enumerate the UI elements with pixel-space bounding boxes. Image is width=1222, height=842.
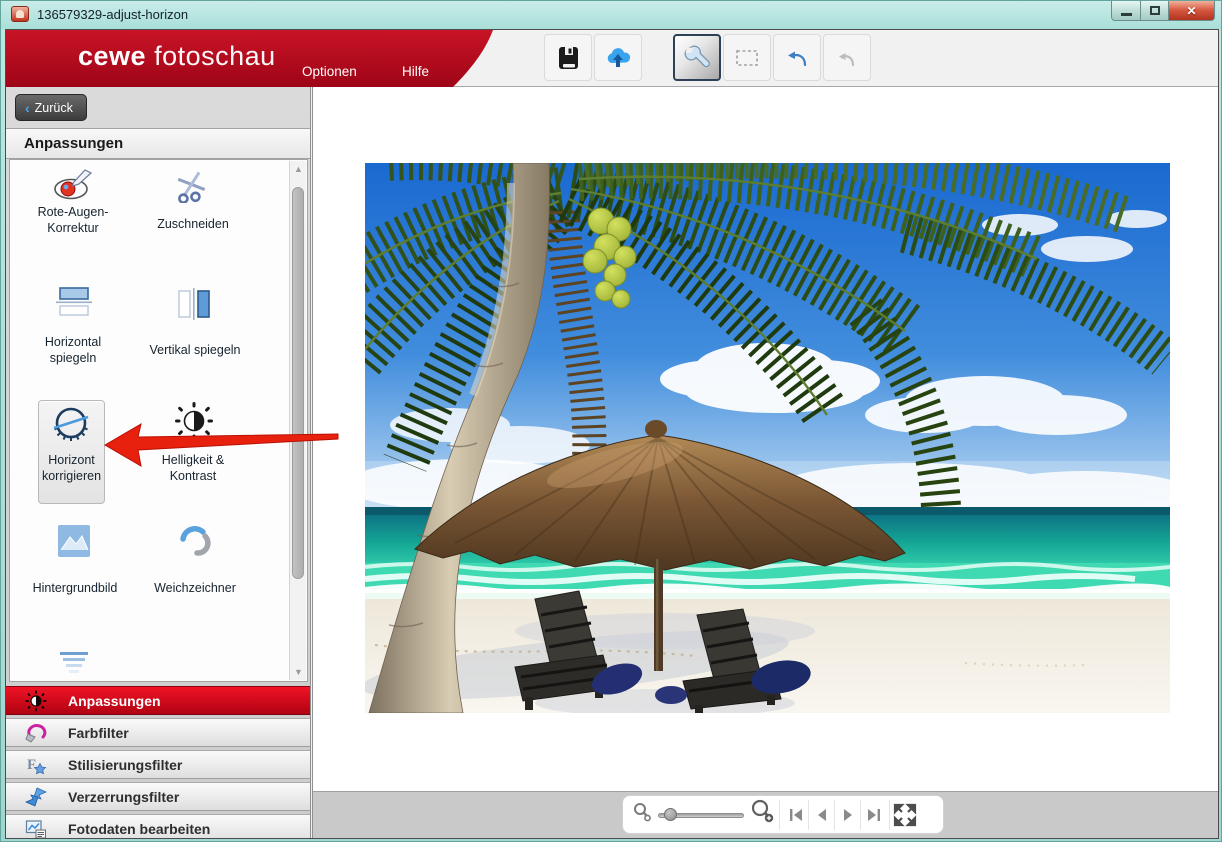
next-photo-button[interactable] — [834, 800, 860, 830]
close-button[interactable]: ✕ — [1169, 1, 1215, 21]
tool-panel: Rote-Augen- Korrektur Zuschneiden — [9, 159, 308, 682]
last-photo-icon — [866, 808, 882, 822]
stylize-filter-icon: F — [23, 754, 49, 776]
undo-button[interactable] — [823, 34, 871, 81]
tool-label-crop[interactable]: Zuschneiden — [137, 216, 249, 232]
svg-text:F: F — [27, 757, 36, 773]
tool-label-background[interactable]: Hintergrundbild — [17, 580, 133, 596]
blur-icon[interactable] — [174, 522, 214, 560]
tool-label-flip-h[interactable]: Horizontal spiegeln — [17, 334, 129, 367]
minimize-button[interactable] — [1111, 1, 1141, 21]
menu-hilfe[interactable]: Hilfe — [402, 64, 429, 79]
share-arrow-icon — [784, 45, 810, 71]
minimize-icon — [1121, 13, 1132, 16]
undo-arrow-icon — [834, 45, 860, 71]
section-label: Fotodaten bearbeiten — [68, 821, 210, 837]
app-header: cewe fotoschau Optionen Hilfe — [6, 30, 1218, 87]
logo-bold: cewe — [78, 41, 146, 71]
red-eye-icon[interactable] — [48, 166, 98, 204]
tool-label-flip-v[interactable]: Vertikal spiegeln — [137, 342, 253, 358]
app-window: 136579329-adjust-horizon ✕ cewe fotoscha… — [0, 0, 1222, 842]
flip-horizontal-icon[interactable] — [52, 284, 96, 320]
background-image-icon[interactable] — [54, 522, 94, 560]
status-bar — [312, 791, 1218, 838]
selection-marquee-icon — [734, 45, 760, 71]
beach-photo — [365, 163, 1170, 713]
chevron-left-icon: ‹ — [25, 100, 30, 116]
first-photo-icon — [788, 808, 804, 822]
tool-label-horizon[interactable]: Horizont korrigieren — [38, 452, 105, 485]
menu-optionen[interactable]: Optionen — [302, 64, 357, 79]
upload-button[interactable] — [594, 34, 642, 81]
app-icon — [11, 6, 29, 22]
zoom-slider[interactable] — [658, 807, 744, 823]
save-icon — [555, 45, 581, 71]
next-photo-icon — [841, 808, 855, 822]
upload-cloud-icon — [604, 45, 632, 71]
maximize-icon — [1150, 6, 1160, 15]
scroll-down-icon[interactable]: ▼ — [290, 664, 307, 680]
share-button[interactable] — [773, 34, 821, 81]
window-title: 136579329-adjust-horizon — [37, 7, 188, 22]
selection-button[interactable] — [723, 34, 771, 81]
section-farbfilter[interactable]: Farbfilter — [6, 718, 310, 747]
zoom-out-icon[interactable] — [632, 802, 652, 827]
last-photo-button[interactable] — [860, 800, 886, 830]
brightness-contrast-icon — [23, 690, 49, 712]
zoom-in-icon[interactable] — [750, 799, 776, 830]
back-button[interactable]: ‹ Zurück — [15, 94, 87, 121]
save-button[interactable] — [544, 34, 592, 81]
prev-photo-button[interactable] — [808, 800, 834, 830]
scroll-up-icon[interactable]: ▲ — [290, 161, 307, 177]
section-verzerrungsfilter[interactable]: Verzerrungsfilter — [6, 782, 310, 811]
tool-panel-scrollbar[interactable]: ▲ ▼ — [289, 161, 306, 680]
section-accordion: Anpassungen Farbfilter F — [6, 686, 310, 839]
fullscreen-button[interactable] — [893, 803, 917, 827]
title-bar[interactable]: 136579329-adjust-horizon ✕ — [1, 1, 1221, 29]
prev-photo-icon — [815, 808, 829, 822]
section-label: Farbfilter — [68, 725, 129, 741]
edit-mode-button[interactable] — [673, 34, 721, 81]
maximize-button[interactable] — [1141, 1, 1169, 21]
tool-label-blur[interactable]: Weichzeichner — [137, 580, 253, 596]
brightness-contrast-icon[interactable] — [170, 400, 218, 442]
horizon-correct-icon[interactable] — [46, 404, 96, 446]
zoom-toolbar — [622, 795, 944, 834]
photo-data-icon — [23, 818, 49, 840]
tool-label-red-eye[interactable]: Rote-Augen- Korrektur — [17, 204, 129, 237]
sidebar: ‹ Zurück Anpassungen Rote-Augen- Korrekt… — [6, 87, 311, 838]
section-label: Anpassungen — [68, 693, 161, 709]
section-anpassungen[interactable]: Anpassungen — [6, 686, 310, 715]
wrench-edit-icon — [683, 44, 711, 72]
scrollbar-thumb[interactable] — [292, 187, 304, 579]
partial-tool-icon — [54, 650, 94, 676]
first-photo-button[interactable] — [783, 800, 808, 830]
tool-label-brightness[interactable]: Helligkeit & Kontrast — [137, 452, 249, 485]
flip-vertical-icon[interactable] — [172, 286, 216, 322]
zoom-slider-handle[interactable] — [664, 808, 677, 821]
window-controls: ✕ — [1111, 1, 1215, 21]
close-icon: ✕ — [1186, 4, 1196, 18]
fullscreen-icon — [893, 803, 917, 827]
client-area: cewe fotoschau Optionen Hilfe — [5, 29, 1219, 839]
app-logo: cewe fotoschau — [78, 41, 276, 72]
panel-title: Anpassungen — [6, 128, 310, 159]
back-button-label: Zurück — [35, 101, 73, 115]
logo-light: fotoschau — [154, 41, 276, 71]
section-label: Verzerrungsfilter — [68, 789, 179, 805]
section-label: Stilisierungsfilter — [68, 757, 182, 773]
photo-canvas[interactable] — [312, 87, 1218, 791]
scissors-icon[interactable] — [168, 168, 218, 204]
color-filter-icon — [23, 722, 49, 744]
section-stilisierungsfilter[interactable]: F Stilisierungsfilter — [6, 750, 310, 779]
section-fotodaten[interactable]: Fotodaten bearbeiten — [6, 814, 310, 839]
distortion-filter-icon — [23, 786, 49, 808]
